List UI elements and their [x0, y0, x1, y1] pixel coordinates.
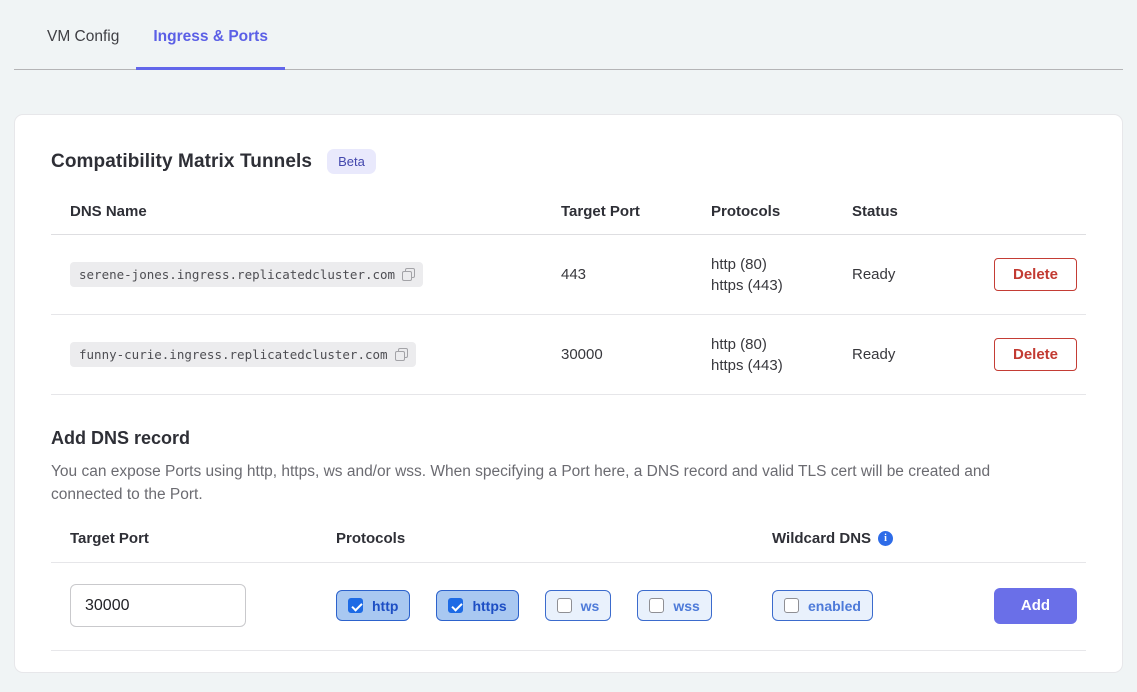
protocols-cell: http (80) https (443) [711, 334, 852, 376]
form-label-wildcard-dns: Wildcard DNS i [772, 530, 893, 547]
col-header-dns-name: DNS Name [51, 203, 561, 220]
table-row: funny-curie.ingress.replicatedcluster.co… [51, 315, 1086, 395]
checkbox-wildcard-enabled[interactable]: enabled [772, 590, 873, 621]
tunnels-card: Compatibility Matrix Tunnels Beta DNS Na… [14, 114, 1123, 673]
checkbox-icon [649, 598, 664, 613]
beta-badge: Beta [327, 149, 376, 174]
checkbox-label: enabled [808, 598, 861, 614]
checkbox-label: https [472, 598, 506, 614]
card-title: Compatibility Matrix Tunnels [51, 151, 312, 173]
col-header-target-port: Target Port [561, 203, 711, 220]
status-value: Ready [852, 346, 992, 363]
form-label-protocols: Protocols [336, 530, 772, 547]
checkbox-http[interactable]: http [336, 590, 410, 621]
wildcard-dns-text: Wildcard DNS [772, 530, 871, 547]
dns-name-text: serene-jones.ingress.replicatedcluster.c… [79, 267, 395, 282]
tab-vm-config[interactable]: VM Config [30, 0, 136, 70]
checkbox-icon [784, 598, 799, 613]
checkbox-icon [448, 598, 463, 613]
delete-button[interactable]: Delete [994, 258, 1077, 291]
dns-name-pill: serene-jones.ingress.replicatedcluster.c… [70, 262, 423, 287]
target-port-value: 30000 [561, 346, 711, 363]
add-dns-record-description: You can expose Ports using http, https, … [51, 460, 1061, 506]
tab-ingress-ports[interactable]: Ingress & Ports [136, 0, 285, 70]
checkbox-https[interactable]: https [436, 590, 518, 621]
delete-button[interactable]: Delete [994, 338, 1077, 371]
copy-icon[interactable] [395, 348, 408, 361]
protocols-cell: http (80) https (443) [711, 254, 852, 296]
target-port-input[interactable] [70, 584, 246, 627]
protocol-line: https (443) [711, 355, 852, 376]
add-dns-record-title: Add DNS record [51, 428, 1086, 449]
card-title-row: Compatibility Matrix Tunnels Beta [51, 115, 1086, 174]
form-header-row: Target Port Protocols Wildcard DNS i [51, 506, 1086, 563]
col-header-protocols: Protocols [711, 203, 852, 220]
form-label-target-port: Target Port [70, 530, 336, 547]
form-row: http https ws wss enabled Add [51, 563, 1086, 651]
tunnels-table: DNS Name Target Port Protocols Status se… [51, 186, 1086, 395]
dns-name-text: funny-curie.ingress.replicatedcluster.co… [79, 347, 388, 362]
protocol-line: http (80) [711, 254, 852, 275]
dns-name-pill: funny-curie.ingress.replicatedcluster.co… [70, 342, 416, 367]
target-port-value: 443 [561, 266, 711, 283]
checkbox-label: wss [673, 598, 699, 614]
col-header-status: Status [852, 203, 992, 220]
checkbox-ws[interactable]: ws [545, 590, 612, 621]
status-value: Ready [852, 266, 992, 283]
add-button[interactable]: Add [994, 588, 1077, 624]
checkbox-icon [557, 598, 572, 613]
protocol-line: http (80) [711, 334, 852, 355]
copy-icon[interactable] [402, 268, 415, 281]
checkbox-wss[interactable]: wss [637, 590, 711, 621]
tab-bar: VM Config Ingress & Ports [14, 0, 1123, 70]
checkbox-icon [348, 598, 363, 613]
protocol-options-group: http https ws wss [336, 590, 772, 621]
checkbox-label: ws [581, 598, 600, 614]
table-row: serene-jones.ingress.replicatedcluster.c… [51, 235, 1086, 315]
table-header-row: DNS Name Target Port Protocols Status [51, 186, 1086, 235]
checkbox-label: http [372, 598, 398, 614]
info-icon[interactable]: i [878, 531, 893, 546]
protocol-line: https (443) [711, 275, 852, 296]
